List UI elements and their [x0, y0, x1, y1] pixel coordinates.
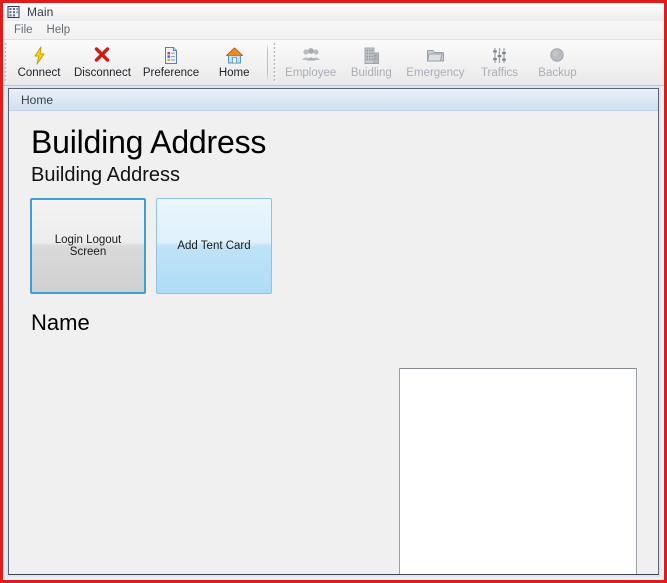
toolbar-grip-right[interactable]: [272, 42, 280, 82]
toolbar-button-traffics[interactable]: Traffics: [470, 40, 528, 85]
toolbar-group-modules: Employee Buidling Emergency Traffics Bac…: [279, 40, 586, 85]
toolbar-label-backup: Backup: [538, 67, 577, 79]
title-bar: Main: [3, 3, 664, 21]
building-grid-icon: [7, 6, 20, 18]
tile-login-logout-screen-label: Login Logout Screen: [54, 234, 122, 258]
toolbar-button-backup[interactable]: Backup: [528, 40, 586, 85]
menu-help[interactable]: Help: [41, 23, 79, 38]
tab-home[interactable]: Home: [9, 89, 658, 111]
menu-file[interactable]: File: [8, 23, 41, 38]
toolbar-grip-left[interactable]: [3, 42, 10, 82]
document-frame: Home Building Address Building Address L…: [8, 88, 659, 575]
toolbar-label-disconnect: Disconnect: [74, 67, 131, 79]
building-icon: [363, 45, 380, 65]
house-icon: [225, 45, 244, 65]
main-window: Main File Help Connect Disconnect Prefer…: [0, 0, 667, 583]
window-title: Main: [27, 5, 54, 19]
sliders-icon: [491, 45, 508, 65]
toolbar-label-traffics: Traffics: [480, 67, 518, 79]
disc-icon: [548, 45, 566, 65]
lightning-bolt-icon: [32, 45, 47, 65]
toolbar-button-preference[interactable]: Preference: [137, 40, 205, 85]
menu-bar: File Help: [3, 21, 664, 40]
client-area: Home Building Address Building Address L…: [6, 86, 661, 577]
tile-add-tent-card[interactable]: Add Tent Card: [156, 198, 272, 294]
toolbar-button-emergency[interactable]: Emergency: [400, 40, 470, 85]
folder-icon: [426, 45, 445, 65]
toolbar-label-connect: Connect: [17, 67, 61, 79]
toolbar-button-building[interactable]: Buidling: [342, 40, 400, 85]
toolbar-label-home: Home: [218, 67, 250, 79]
name-label: Name: [31, 310, 90, 335]
toolbar-button-connect[interactable]: Connect: [10, 40, 68, 85]
tile-login-logout-screen[interactable]: Login Logout Screen: [30, 198, 146, 294]
display-panel[interactable]: [399, 368, 637, 574]
toolbar-separator: [267, 43, 269, 81]
tab-home-label: Home: [21, 92, 54, 107]
tile-add-tent-card-label: Add Tent Card: [177, 240, 251, 252]
toolbar-group-connection: Connect Disconnect Preference Home: [10, 40, 263, 85]
toolbar-button-home[interactable]: Home: [205, 40, 263, 85]
toolbar-button-disconnect[interactable]: Disconnect: [68, 40, 137, 85]
toolbar-label-employee: Employee: [285, 67, 337, 79]
red-x-icon: [93, 45, 111, 65]
toolbar-label-preference: Preference: [142, 67, 200, 79]
people-icon: [301, 45, 321, 65]
toolbar-button-employee[interactable]: Employee: [279, 40, 342, 85]
tile-button-row: Login Logout Screen Add Tent Card: [30, 198, 658, 294]
page-subtitle: Building Address: [31, 164, 180, 186]
page-body: Building Address Building Address Login …: [9, 111, 658, 574]
document-page-icon: [163, 45, 179, 65]
page-title: Building Address: [31, 124, 267, 160]
toolbar: Connect Disconnect Preference Home Emplo…: [3, 40, 664, 86]
toolbar-label-building: Buidling: [350, 67, 392, 79]
toolbar-label-emergency: Emergency: [406, 67, 465, 79]
